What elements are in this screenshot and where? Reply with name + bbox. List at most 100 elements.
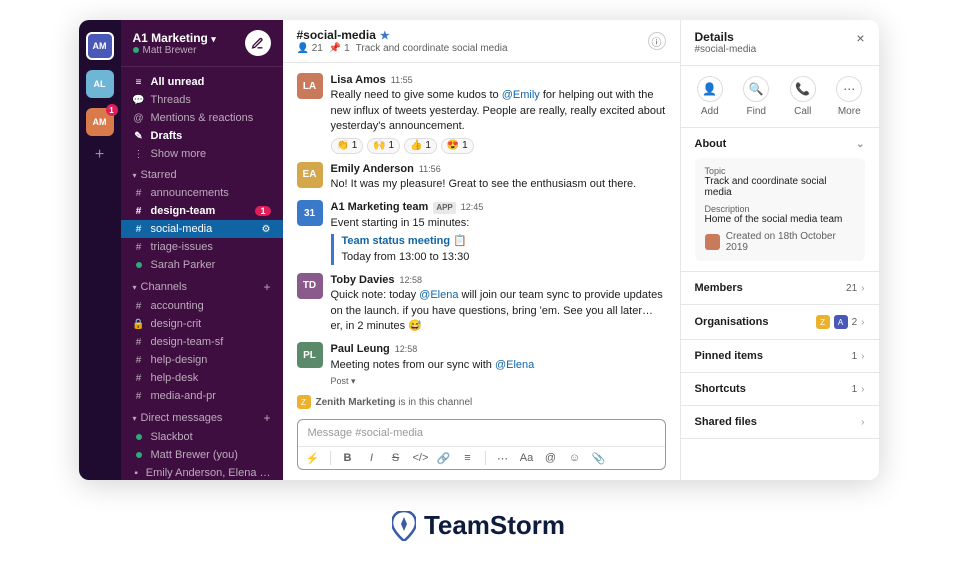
message-author[interactable]: Emily Anderson xyxy=(331,162,414,177)
font-icon[interactable]: Aa xyxy=(520,452,534,464)
reaction[interactable]: 🙌 1 xyxy=(367,138,400,154)
event-link[interactable]: Team status meeting xyxy=(342,235,451,247)
dm-label: Slackbot xyxy=(151,431,193,443)
channel-design-team-sf[interactable]: #design-team-sf xyxy=(121,333,283,351)
shortcut-icon[interactable]: ⚡ xyxy=(306,452,320,465)
workspace-switch-am2[interactable]: AM 1 xyxy=(86,108,114,136)
channel-triage-issues[interactable]: #triage-issues xyxy=(121,238,283,256)
add-dm-button[interactable]: + xyxy=(263,411,270,425)
message-author[interactable]: Toby Davies xyxy=(331,273,395,288)
creator-avatar[interactable] xyxy=(705,234,720,250)
dm-group[interactable]: ▪Emily Anderson, Elena … xyxy=(121,464,283,480)
strike-icon[interactable]: S xyxy=(389,452,403,464)
nav-drafts[interactable]: ✎Drafts xyxy=(121,127,283,145)
message-text: Event starting in 15 minutes: xyxy=(331,216,666,231)
section-starred[interactable]: ▾Starred xyxy=(121,163,283,184)
hash-icon: # xyxy=(133,391,145,402)
reaction[interactable]: 😍 1 xyxy=(441,138,474,154)
message-author[interactable]: A1 Marketing team xyxy=(331,200,429,215)
pinned-row[interactable]: Pinned items1› xyxy=(681,340,879,373)
unread-badge: 1 xyxy=(255,206,270,216)
bold-icon[interactable]: B xyxy=(341,452,355,464)
nav-label: All unread xyxy=(151,76,205,88)
channel-help-desk[interactable]: #help-desk xyxy=(121,369,283,387)
channel-accounting[interactable]: #accounting xyxy=(121,297,283,315)
more-button[interactable]: ⋯More xyxy=(836,76,862,117)
message-author[interactable]: Lisa Amos xyxy=(331,73,386,88)
emoji-icon[interactable]: ☺ xyxy=(568,452,582,464)
italic-icon[interactable]: I xyxy=(365,452,379,464)
calendar-icon[interactable]: 31 xyxy=(297,200,323,226)
mention[interactable]: @Elena xyxy=(419,289,458,301)
list-icon[interactable]: ≡ xyxy=(461,452,475,464)
mention[interactable]: @Elena xyxy=(495,359,534,371)
row-count: 2 xyxy=(852,317,858,328)
members-row[interactable]: Members21› xyxy=(681,272,879,305)
channel-label: media-and-pr xyxy=(151,390,216,402)
reaction[interactable]: 👏 1 xyxy=(331,138,364,154)
presence-indicator xyxy=(136,434,142,440)
avatar[interactable]: TD xyxy=(297,273,323,299)
action-label: Find xyxy=(747,106,766,117)
workspace-header[interactable]: A1 Marketing ▾ Matt Brewer xyxy=(121,20,283,67)
channel-topic[interactable]: Track and coordinate social media xyxy=(356,43,508,54)
mention[interactable]: @Emily xyxy=(502,89,540,101)
gear-icon[interactable]: ⚙ xyxy=(262,224,271,235)
channel-help-design[interactable]: #help-design xyxy=(121,351,283,369)
call-button[interactable]: 📞Call xyxy=(790,76,816,117)
attach-icon[interactable]: 📎 xyxy=(592,452,606,465)
message: 31 A1 Marketing teamAPP12:45 Event start… xyxy=(283,196,680,269)
avatar[interactable]: LA xyxy=(297,73,323,99)
workspace-switch-al[interactable]: AL xyxy=(86,70,114,98)
about-toggle[interactable]: About⌄ xyxy=(695,138,865,150)
info-icon[interactable]: ⓘ xyxy=(648,32,666,50)
compose-button[interactable] xyxy=(245,30,271,56)
reactions: 👏 1 🙌 1 👍 1 😍 1 xyxy=(331,138,666,154)
channel-name[interactable]: #social-media xyxy=(297,28,376,42)
channel-design-crit[interactable]: 🔒design-crit xyxy=(121,315,283,333)
star-icon[interactable]: ★ xyxy=(380,29,390,42)
nav-all-unread[interactable]: ≡All unread xyxy=(121,73,283,91)
shared-files-row[interactable]: Shared files› xyxy=(681,406,879,439)
dm-label: Sarah Parker xyxy=(151,259,216,271)
details-title: Details xyxy=(695,30,757,44)
organisations-row[interactable]: OrganisationsZA2› xyxy=(681,305,879,340)
workspace-name: A1 Marketing xyxy=(133,31,208,45)
avatar[interactable]: EA xyxy=(297,162,323,188)
nav-threads[interactable]: 💬Threads xyxy=(121,91,283,109)
code-icon[interactable]: </> xyxy=(413,452,427,464)
member-count[interactable]: 👤 21 xyxy=(297,43,323,54)
reaction[interactable]: 👍 1 xyxy=(404,138,437,154)
row-label: Members xyxy=(695,282,743,294)
channel-media-and-pr[interactable]: # media-and-pr xyxy=(121,387,283,405)
more-icon[interactable]: ⋯ xyxy=(496,452,510,465)
channel-announcements[interactable]: #announcements xyxy=(121,184,283,202)
dm-sarah-parker[interactable]: Sarah Parker xyxy=(121,256,283,274)
mention-icon[interactable]: @ xyxy=(544,452,558,464)
topic-value[interactable]: Track and coordinate social media xyxy=(705,176,855,198)
nav-mentions[interactable]: @Mentions & reactions xyxy=(121,109,283,127)
channel-social-media[interactable]: #social-media⚙ xyxy=(121,220,283,238)
link-icon[interactable]: 🔗 xyxy=(437,452,451,465)
chevron-right-icon: › xyxy=(861,317,864,328)
add-button[interactable]: 👤Add xyxy=(697,76,723,117)
close-icon[interactable]: × xyxy=(856,30,864,46)
workspace-rail: AM AL AM 1 + xyxy=(79,20,121,480)
message-composer[interactable]: Message #social-media ⚡ B I S </> 🔗 ≡ ⋯ … xyxy=(297,419,666,470)
avatar[interactable]: PL xyxy=(297,342,323,368)
dm-slackbot[interactable]: Slackbot xyxy=(121,428,283,446)
message-author[interactable]: Paul Leung xyxy=(331,342,390,357)
pin-count[interactable]: 📌 1 xyxy=(329,43,350,54)
composer-input[interactable]: Message #social-media xyxy=(298,420,665,446)
nav-show-more[interactable]: ⋮Show more xyxy=(121,145,283,163)
add-channel-button[interactable]: + xyxy=(263,280,270,294)
add-workspace-button[interactable]: + xyxy=(95,146,104,164)
channel-design-team[interactable]: #design-team1 xyxy=(121,202,283,220)
shortcuts-row[interactable]: Shortcuts1› xyxy=(681,373,879,406)
section-channels[interactable]: ▾Channels+ xyxy=(121,274,283,297)
workspace-switch-a1[interactable]: AM xyxy=(86,32,114,60)
find-button[interactable]: 🔍Find xyxy=(743,76,769,117)
dm-self[interactable]: Matt Brewer (you) xyxy=(121,446,283,464)
section-dms[interactable]: ▾Direct messages+ xyxy=(121,405,283,428)
desc-value[interactable]: Home of the social media team xyxy=(705,214,855,225)
